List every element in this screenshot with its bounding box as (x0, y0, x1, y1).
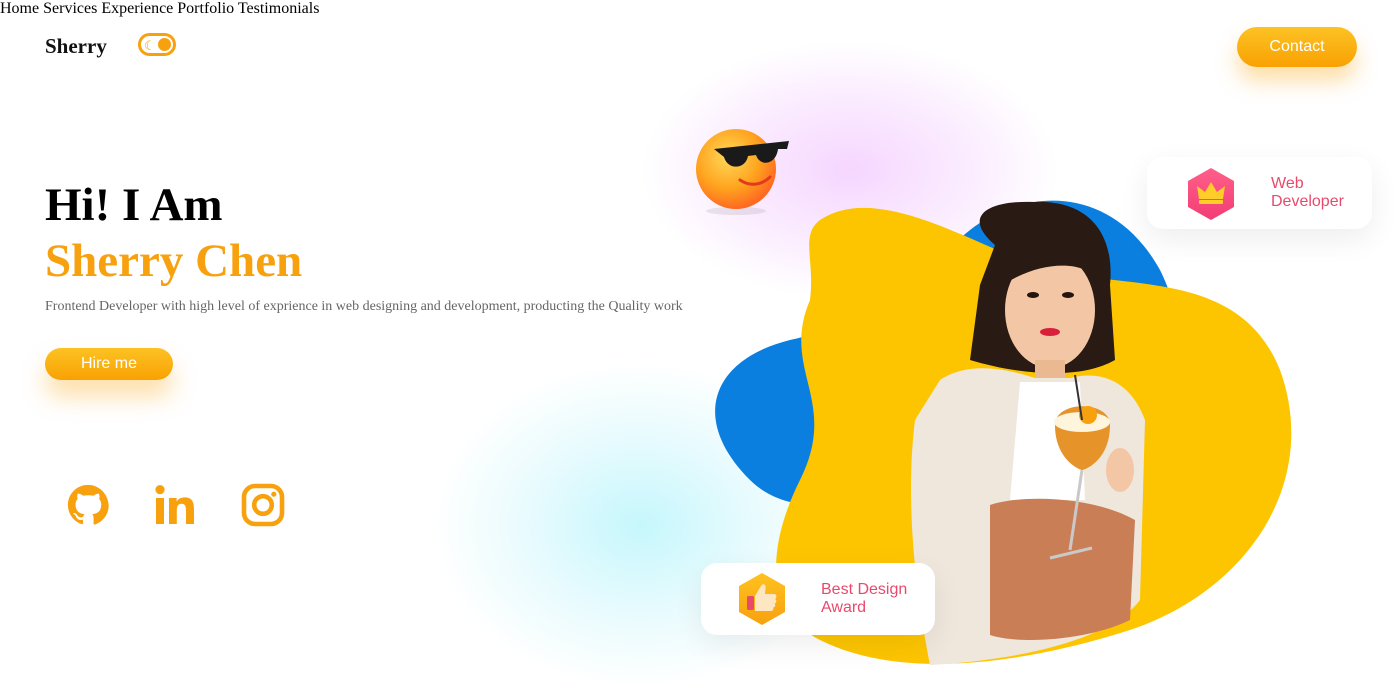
thumbs-up-icon (736, 572, 788, 631)
badge-web-line1: Web (1271, 175, 1304, 192)
badge-award-line2: Award (821, 599, 867, 616)
best-design-award-badge: Best Design Award (701, 563, 935, 635)
nav-testimonials[interactable]: Testimonials (238, 0, 320, 17)
hero-description: Frontend Developer with high level of ex… (45, 299, 683, 314)
nav-home[interactable]: Home (0, 0, 39, 17)
badge-web-line2: Developer (1271, 193, 1344, 210)
linkedin-icon[interactable] (150, 480, 200, 530)
nav-portfolio[interactable]: Portfolio (177, 0, 234, 17)
hero-greeting: Hi! I Am (45, 179, 223, 231)
hero-name: Sherry Chen (45, 235, 303, 287)
sunglasses-emoji-icon (696, 129, 789, 215)
moon-icon: ☾ (144, 38, 156, 53)
site-logo[interactable]: Sherry (45, 34, 107, 59)
nav-experience[interactable]: Experience (101, 0, 173, 17)
theme-toggle[interactable]: ☾ (138, 33, 176, 56)
github-icon[interactable] (63, 480, 113, 530)
person-skirt (990, 498, 1135, 640)
main-nav: Home Services Experience Portfolio Testi… (0, 0, 1394, 18)
badge-award-line1: Best Design (821, 581, 908, 598)
crown-icon (1185, 167, 1237, 226)
nav-services[interactable]: Services (43, 0, 97, 17)
hire-me-button[interactable]: Hire me (45, 348, 173, 380)
toggle-knob (158, 38, 171, 51)
instagram-icon[interactable] (238, 480, 288, 530)
contact-button[interactable]: Contact (1237, 27, 1357, 67)
web-developer-badge: Web Developer (1147, 157, 1372, 229)
